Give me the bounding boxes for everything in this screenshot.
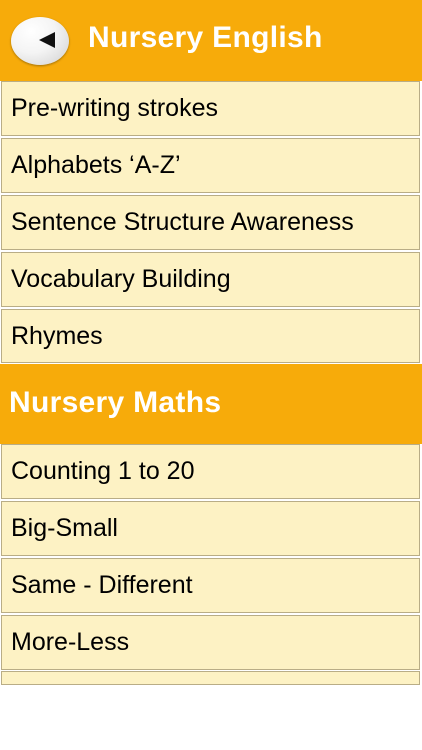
list-item-alphabets[interactable]: Alphabets ‘A-Z’ xyxy=(1,138,420,193)
list-item-label: Pre-writing strokes xyxy=(11,94,218,122)
section-title-maths: Nursery Maths xyxy=(9,386,222,419)
english-header: Nursery English xyxy=(0,0,422,81)
list-item-same-different[interactable]: Same - Different xyxy=(1,558,420,613)
list-item-sentence-structure[interactable]: Sentence Structure Awareness xyxy=(1,195,420,250)
list-item-more-less[interactable]: More-Less xyxy=(1,615,420,670)
list-item-big-small[interactable]: Big-Small xyxy=(1,501,420,556)
list-item-rhymes[interactable]: Rhymes xyxy=(1,309,420,363)
back-arrow-icon xyxy=(39,32,55,48)
list-item-partial xyxy=(1,671,420,685)
back-button[interactable] xyxy=(11,17,69,65)
list-item-label: Sentence Structure Awareness xyxy=(11,208,354,236)
maths-header: Nursery Maths xyxy=(0,364,422,444)
list-item-label: Same - Different xyxy=(11,571,193,599)
list-item-pre-writing-strokes[interactable]: Pre-writing strokes xyxy=(1,81,420,136)
list-item-label: Big-Small xyxy=(11,514,118,542)
list-item-label: Counting 1 to 20 xyxy=(11,457,195,485)
list-item-label: More-Less xyxy=(11,628,130,656)
list-item-label: Rhymes xyxy=(11,321,103,350)
list-item-label: Alphabets ‘A-Z’ xyxy=(11,151,181,179)
list-item-label: Vocabulary Building xyxy=(11,265,231,293)
list-item-vocabulary-building[interactable]: Vocabulary Building xyxy=(1,252,420,307)
section-title-english: Nursery English xyxy=(88,21,323,54)
list-item-counting[interactable]: Counting 1 to 20 xyxy=(1,444,420,499)
